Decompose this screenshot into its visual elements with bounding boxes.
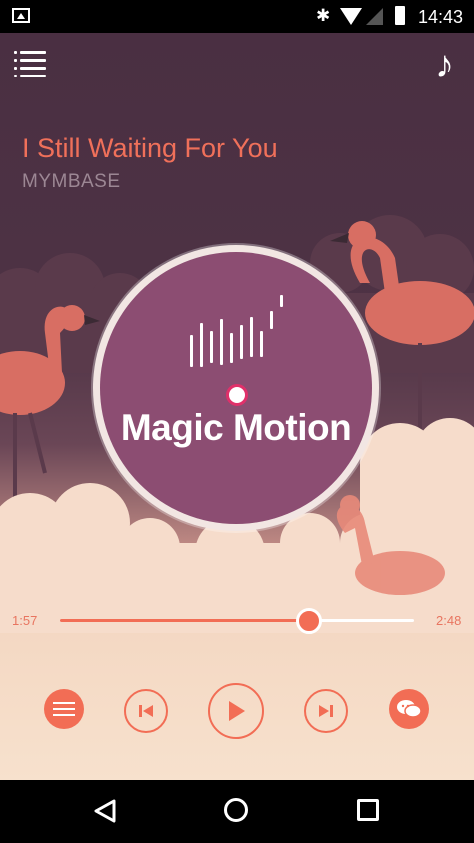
total-time: 2:48 — [436, 613, 462, 628]
bluetooth-icon: ✱ — [316, 6, 331, 25]
status-bar: ✱ 14:43 — [0, 0, 474, 33]
album-disc[interactable]: Magic Motion — [100, 252, 372, 524]
share-button[interactable] — [389, 689, 429, 729]
seek-bar[interactable] — [60, 608, 414, 634]
navigation-bar — [0, 780, 474, 843]
battery-icon — [395, 6, 405, 25]
playlist-button[interactable] — [44, 689, 84, 729]
previous-icon — [139, 705, 153, 717]
image-icon — [12, 8, 30, 23]
playlist-icon — [53, 702, 75, 716]
seek-bar-thumb[interactable] — [295, 608, 322, 634]
home-icon[interactable] — [224, 798, 248, 822]
next-icon — [319, 705, 333, 717]
screen: ✱ 14:43 ♪ I Still Waiting For You MYMBAS… — [0, 0, 474, 843]
wifi-icon — [340, 8, 362, 25]
logo-bars-icon — [188, 295, 288, 375]
logo-text: Magic Motion — [120, 407, 352, 448]
play-button[interactable] — [208, 683, 264, 739]
previous-button[interactable] — [124, 689, 168, 733]
song-artist: MYMBASE — [22, 171, 121, 192]
list-icon[interactable] — [14, 49, 46, 77]
player-screen: ♪ I Still Waiting For You MYMBASE Magic … — [0, 33, 474, 780]
next-button[interactable] — [304, 689, 348, 733]
wechat-icon — [397, 700, 422, 718]
play-icon — [229, 701, 245, 721]
back-icon[interactable] — [92, 798, 118, 824]
recent-apps-icon[interactable] — [357, 799, 379, 821]
signal-icon — [366, 8, 383, 25]
elapsed-time: 1:57 — [12, 613, 38, 628]
logo-dot-icon — [226, 384, 248, 406]
music-note-icon[interactable]: ♪ — [435, 45, 454, 85]
song-title: I Still Waiting For You — [22, 133, 278, 163]
status-time: 14:43 — [418, 7, 464, 27]
seek-bar-progress — [60, 619, 308, 622]
